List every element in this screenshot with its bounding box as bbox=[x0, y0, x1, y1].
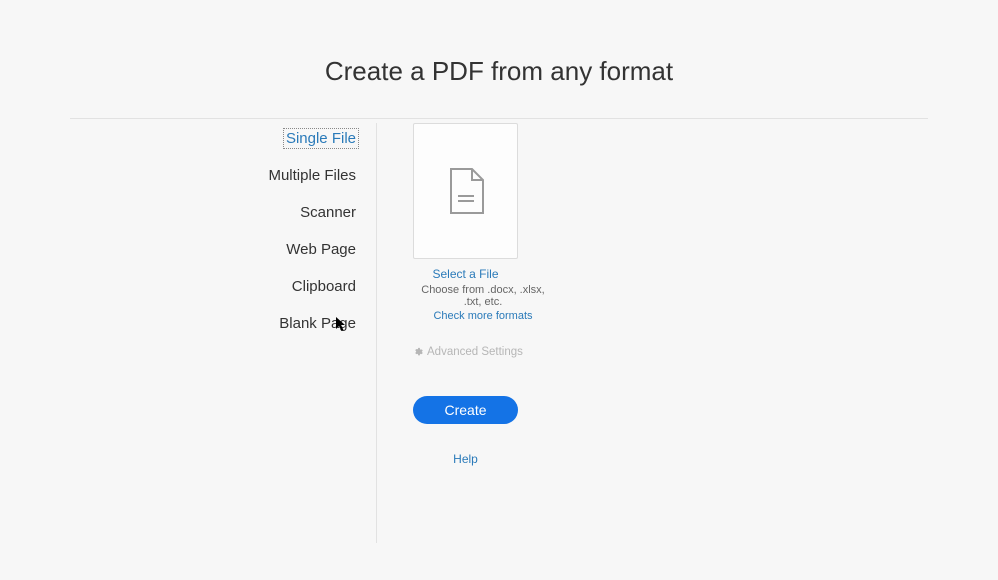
select-file-link[interactable]: Select a File bbox=[413, 267, 518, 281]
create-button[interactable]: Create bbox=[413, 396, 518, 424]
tab-scanner[interactable]: Scanner bbox=[298, 203, 358, 222]
tab-blank-page[interactable]: Blank Page bbox=[277, 314, 358, 333]
sidebar: Single File Multiple Files Scanner Web P… bbox=[0, 123, 377, 543]
file-dropzone[interactable] bbox=[413, 123, 518, 259]
content-area: Select a File Choose from .docx, .xlsx, … bbox=[377, 123, 998, 543]
horizontal-divider bbox=[70, 118, 928, 119]
tab-clipboard[interactable]: Clipboard bbox=[290, 277, 358, 296]
tab-multiple-files[interactable]: Multiple Files bbox=[266, 166, 358, 185]
choose-from-text: Choose from .docx, .xlsx, .txt, etc. bbox=[413, 284, 553, 308]
info-section: Choose from .docx, .xlsx, .txt, etc. Che… bbox=[413, 281, 553, 322]
tab-single-file[interactable]: Single File bbox=[284, 129, 358, 148]
help-link[interactable]: Help bbox=[413, 452, 518, 466]
gear-icon bbox=[413, 347, 423, 357]
page-title: Create a PDF from any format bbox=[0, 0, 998, 105]
main-panel: Single File Multiple Files Scanner Web P… bbox=[0, 123, 998, 543]
check-formats-link[interactable]: Check more formats bbox=[413, 310, 553, 322]
file-icon bbox=[448, 168, 484, 214]
tab-web-page[interactable]: Web Page bbox=[284, 240, 358, 259]
advanced-settings-label: Advanced Settings bbox=[427, 346, 523, 358]
advanced-settings: Advanced Settings bbox=[413, 346, 523, 358]
